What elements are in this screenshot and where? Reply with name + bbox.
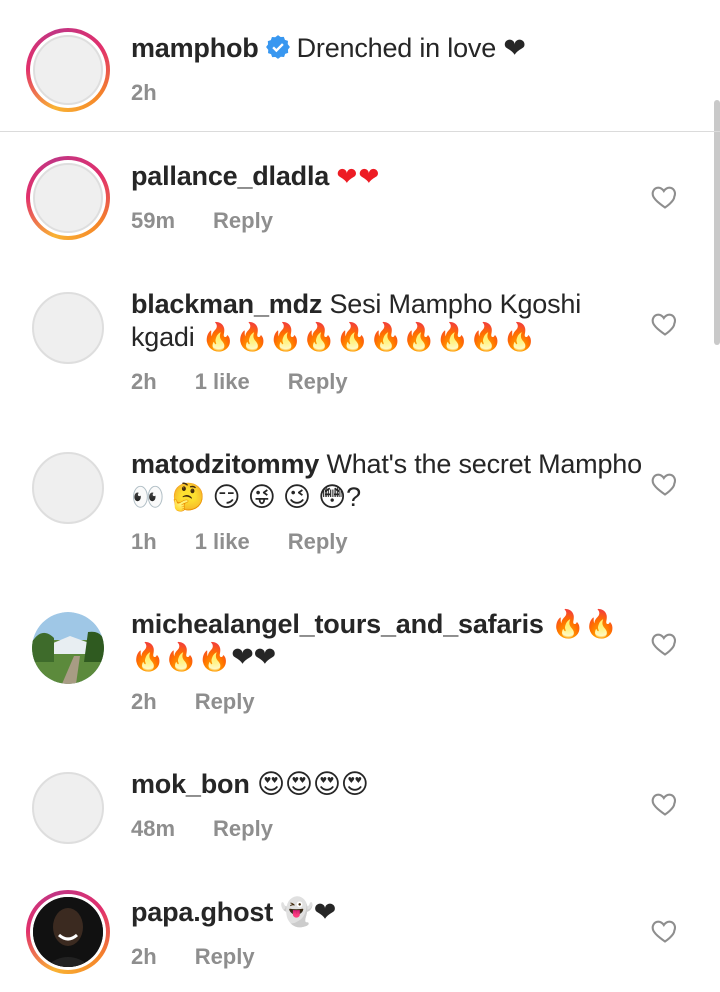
reply-button[interactable]: Reply [213,208,273,233]
reply-button[interactable]: Reply [195,689,255,714]
scrollbar[interactable] [714,100,720,345]
username[interactable]: papa.ghost [131,897,273,927]
username[interactable]: mamphob [131,33,259,63]
comment-text: michealangel_tours_and_safaris 🔥🔥🔥🔥🔥❤❤ [131,608,650,674]
landscape-photo-icon [32,612,104,684]
comment-meta: 2h Reply [131,689,293,715]
timestamp: 2h [131,80,157,105]
comment-body: ❤❤ [336,163,381,191]
caption-body: Drenched in love ❤ [296,33,526,63]
reply-button[interactable]: Reply [288,369,348,394]
comment-body: 😍😍😍😍 [256,769,369,799]
timestamp: 1h [131,529,157,554]
comment-meta: 2h Reply [131,944,293,970]
comment-text: papa.ghost 👻❤ [131,896,650,929]
like-heart-icon[interactable] [651,918,679,944]
avatar[interactable] [26,156,110,240]
like-heart-icon[interactable] [651,791,679,817]
profile-photo-icon [33,897,103,967]
comment-text: blackman_mdz Sesi Mampho Kgoshi kgadi 🔥🔥… [131,288,650,354]
likes-count[interactable]: 1 like [195,529,250,554]
comment-meta: 2h 1 like Reply [131,369,386,395]
comment-body: 👻❤ [280,897,337,927]
timestamp: 2h [131,689,157,714]
like-heart-icon[interactable] [651,631,679,657]
username[interactable]: michealangel_tours_and_safaris [131,609,544,639]
timestamp: 2h [131,944,157,969]
caption-text: mamphob Drenched in love ❤ [131,32,650,68]
timestamp: 48m [131,816,176,841]
username[interactable]: matodzitommy [131,449,319,479]
reply-button[interactable]: Reply [195,944,255,969]
timestamp: 2h [131,369,157,394]
avatar[interactable] [32,452,104,524]
username[interactable]: blackman_mdz [131,289,322,319]
comment-meta: 48m Reply [131,816,311,842]
like-heart-icon[interactable] [651,184,679,210]
divider [0,131,720,132]
verified-badge-icon [265,34,291,68]
avatar[interactable] [32,292,104,364]
comment-text: pallance_dladla ❤❤ [131,160,650,194]
timestamp: 59m [131,208,176,233]
like-heart-icon[interactable] [651,471,679,497]
avatar[interactable] [26,28,110,112]
avatar[interactable] [32,612,104,684]
comment-text: matodzitommy What's the secret Mampho 👀 … [131,448,650,514]
avatar[interactable] [26,890,110,974]
comment-text: mok_bon 😍😍😍😍 [131,768,650,801]
comment-meta: 59m Reply [131,208,311,234]
reply-button[interactable]: Reply [288,529,348,554]
reply-button[interactable]: Reply [213,816,273,841]
likes-count[interactable]: 1 like [195,369,250,394]
caption-meta: 2h [131,80,195,106]
avatar[interactable] [32,772,104,844]
username[interactable]: pallance_dladla [131,161,329,191]
comment-meta: 1h 1 like Reply [131,529,386,555]
like-heart-icon[interactable] [651,311,679,337]
username[interactable]: mok_bon [131,769,250,799]
